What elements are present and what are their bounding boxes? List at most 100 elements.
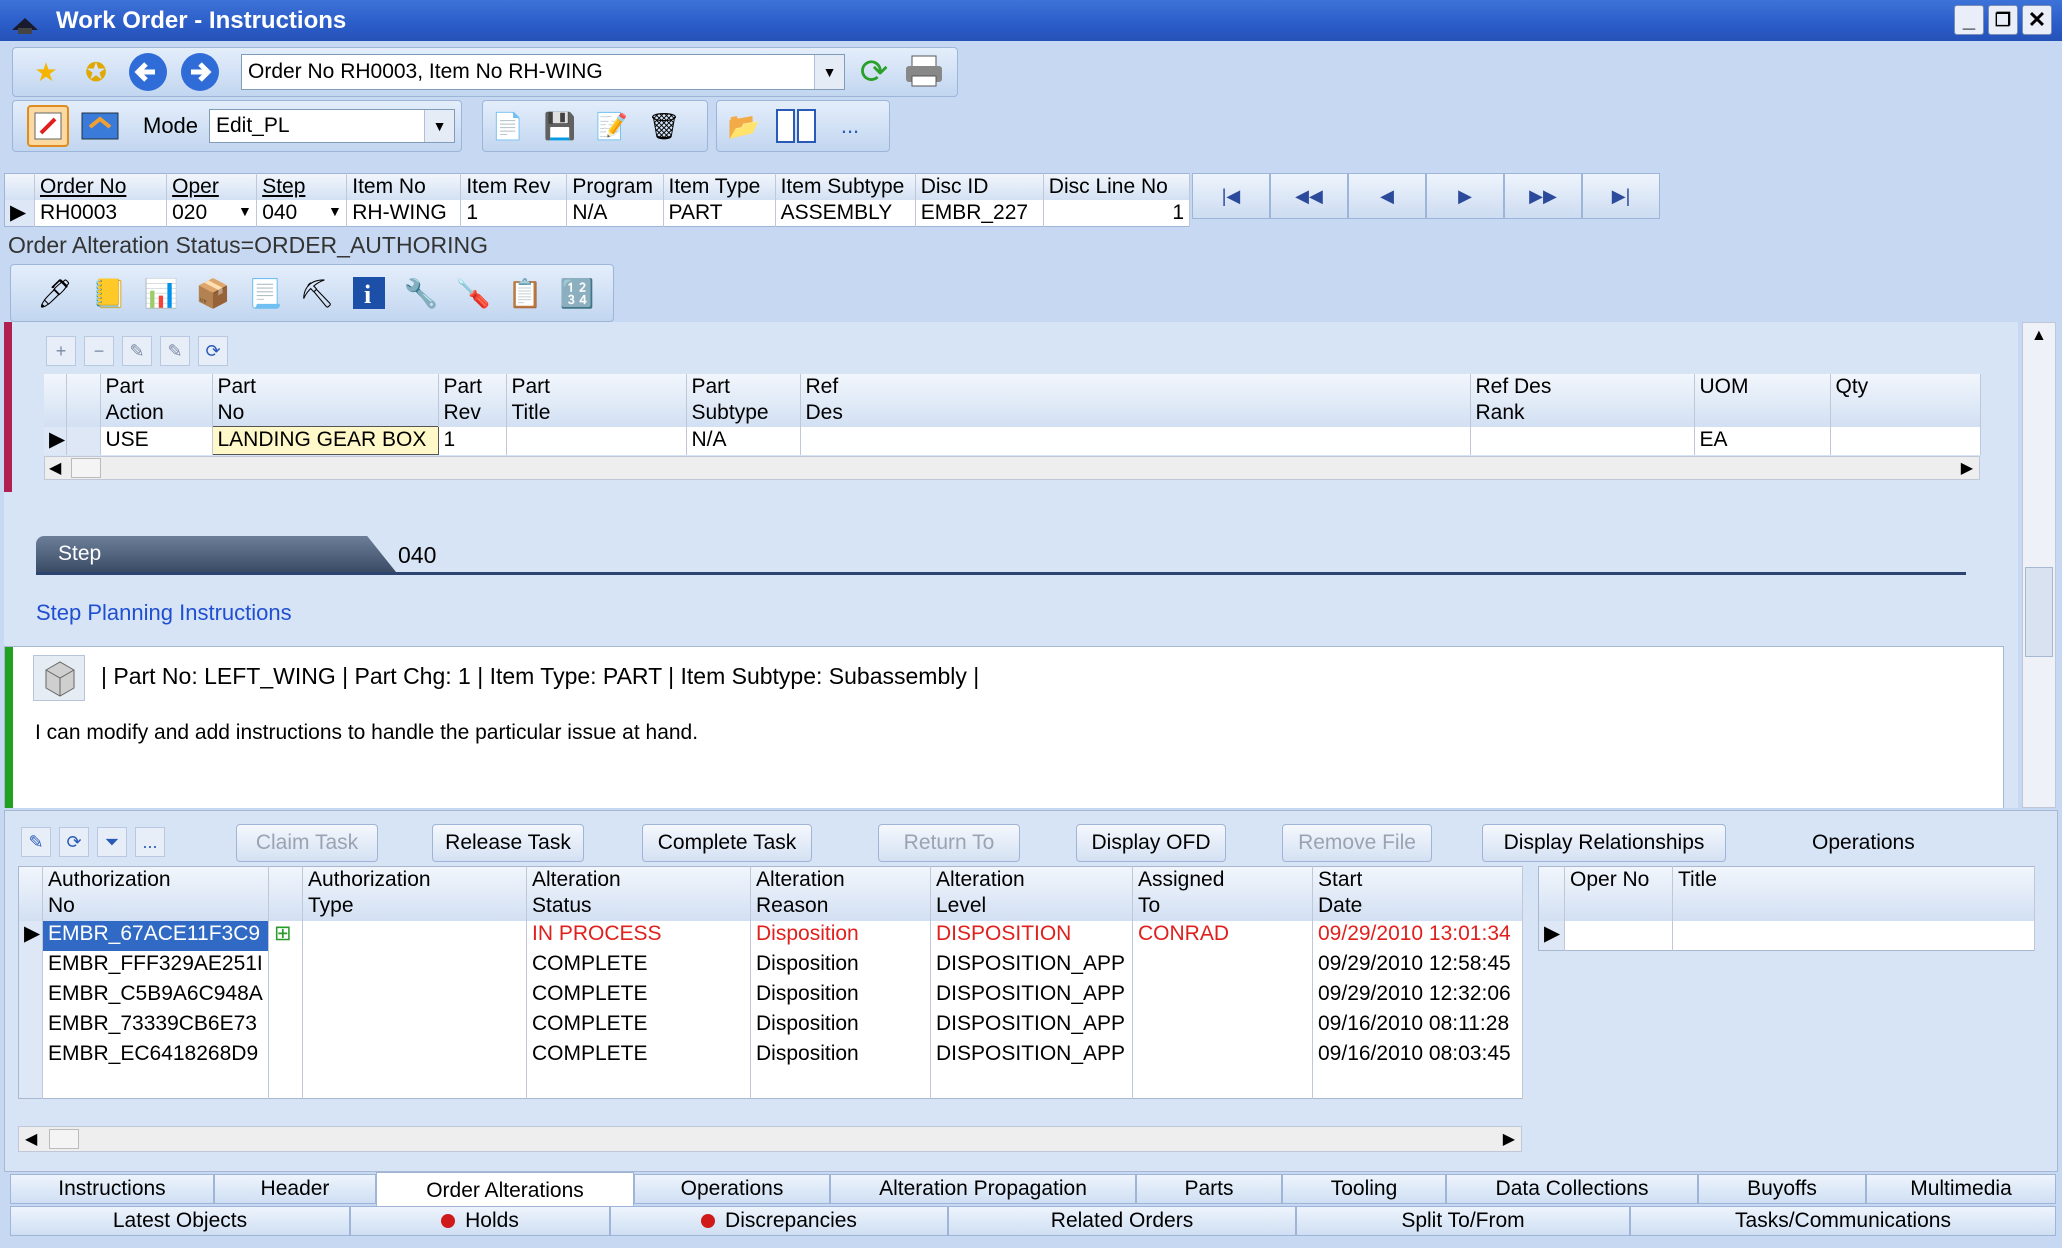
table-row[interactable]: ▶ EMBR_67ACE11F3C9 ⊞ IN PROCESS Disposit… (18, 920, 1523, 951)
edit-pencil-icon[interactable]: ✎ (21, 827, 51, 857)
restore-icon[interactable]: ❐ (1988, 5, 2018, 35)
table-row[interactable]: ▶ RH0003 020 040 RH-WING 1 N/A PART ASSE… (4, 200, 1191, 227)
table-row[interactable]: EMBR_C5B9A6C948A COMPLETE Disposition DI… (18, 980, 1523, 1011)
authorization-type-cell[interactable] (302, 1010, 527, 1041)
alteration-status-cell[interactable]: COMPLETE (526, 1010, 751, 1041)
scroll-up-icon[interactable]: ▲ (2031, 327, 2047, 345)
column-header[interactable]: Oper No (1564, 866, 1673, 921)
counter-icon[interactable]: 🔢 (553, 269, 601, 317)
chevron-down-icon[interactable]: ▼ (814, 55, 844, 89)
scroll-thumb[interactable] (2025, 567, 2053, 657)
columns-icon[interactable] (775, 105, 817, 147)
alteration-reason-cell[interactable]: Disposition (750, 920, 931, 951)
column-header[interactable]: Item Subtype (775, 173, 916, 200)
column-header[interactable]: Item Rev (460, 173, 568, 200)
complete-task-button[interactable]: Complete Task (642, 824, 812, 862)
column-header[interactable]: Alteration Level (930, 866, 1133, 921)
column-header[interactable]: Start Date (1312, 866, 1523, 921)
save-document-icon[interactable]: 💾 (539, 105, 581, 147)
alteration-level-cell[interactable]: DISPOSITION_APP (930, 1010, 1133, 1041)
alteration-reason-cell[interactable]: Disposition (750, 980, 931, 1011)
alteration-reason-cell[interactable]: Disposition (750, 1040, 931, 1071)
tab-tooling[interactable]: Tooling (1282, 1174, 1446, 1204)
column-header[interactable]: Alteration Reason (750, 866, 931, 921)
tab-parts[interactable]: Parts (1136, 1174, 1282, 1204)
vertical-scrollbar[interactable]: ▲ (2022, 322, 2056, 808)
add-favorite-icon[interactable]: ✪ (75, 51, 117, 93)
start-date-cell[interactable]: 09/16/2010 08:03:45 (1312, 1040, 1523, 1071)
column-header[interactable]: Title (1672, 866, 2035, 921)
first-record-button[interactable]: |◀ (1192, 173, 1270, 219)
qty-cell[interactable] (1830, 426, 1981, 455)
order-no-cell[interactable]: RH0003 (34, 200, 168, 227)
tab-instructions[interactable]: Instructions (10, 1174, 214, 1204)
authorization-no-cell[interactable]: EMBR_67ACE11F3C9 (42, 920, 269, 951)
assigned-to-cell[interactable]: CONRAD (1132, 920, 1313, 951)
column-header[interactable]: Part No (212, 374, 439, 427)
scroll-thumb[interactable] (71, 458, 101, 478)
assigned-to-cell[interactable] (1132, 1040, 1313, 1071)
column-header[interactable]: Part Title (506, 374, 687, 427)
column-header[interactable]: Part Subtype (686, 374, 801, 427)
favorite-star-icon[interactable]: ★ (25, 51, 67, 93)
filter-icon[interactable]: ⏷ (97, 827, 127, 857)
alterations-horizontal-scrollbar[interactable]: ◀ ▶ (18, 1126, 1522, 1152)
column-header[interactable]: Qty (1830, 374, 1981, 427)
start-date-cell[interactable]: 09/16/2010 08:11:28 (1312, 1010, 1523, 1041)
table-row[interactable]: EMBR_EC6418268D9 COMPLETE Disposition DI… (18, 1040, 1523, 1071)
package-icon[interactable]: 📦 (189, 269, 237, 317)
start-date-cell[interactable]: 09/29/2010 13:01:34 (1312, 920, 1523, 951)
tab-alteration-propagation[interactable]: Alteration Propagation (830, 1174, 1136, 1204)
clipboard-icon[interactable]: 📋 (501, 269, 549, 317)
order-selector[interactable]: Order No RH0003, Item No RH-WING ▼ (241, 54, 845, 90)
parts-horizontal-scrollbar[interactable]: ◀ ▶ (44, 456, 1980, 480)
note-icon[interactable]: 📒 (85, 269, 133, 317)
item-type-cell[interactable]: PART (663, 200, 776, 227)
authorization-no-cell[interactable]: EMBR_C5B9A6C948A (42, 980, 269, 1011)
alteration-status-cell[interactable]: IN PROCESS (526, 920, 751, 951)
scroll-right-icon[interactable]: ▶ (1503, 1129, 1515, 1149)
column-header[interactable]: Part Action (100, 374, 213, 427)
column-header[interactable]: Authorization No (42, 866, 269, 921)
column-header[interactable]: Ref Des (800, 374, 1471, 427)
add-child-icon[interactable]: ⊞ (268, 920, 303, 951)
tab-discrepancies[interactable]: Discrepancies (610, 1206, 948, 1236)
column-header[interactable]: Authorization Type (302, 866, 527, 921)
previous-record-button[interactable]: ◀ (1348, 173, 1426, 219)
column-header[interactable]: Part Rev (438, 374, 507, 427)
tab-holds[interactable]: Holds (350, 1206, 610, 1236)
part-title-cell[interactable] (506, 426, 687, 455)
tab-tasks-communications[interactable]: Tasks/Communications (1630, 1206, 2056, 1236)
assigned-to-cell[interactable] (1132, 980, 1313, 1011)
release-task-button[interactable]: Release Task (432, 824, 584, 862)
authorization-type-cell[interactable] (302, 1040, 527, 1071)
authorization-type-cell[interactable] (302, 980, 527, 1011)
tab-header[interactable]: Header (214, 1174, 376, 1204)
tab-split-to-from[interactable]: Split To/From (1296, 1206, 1630, 1236)
minimize-icon[interactable]: _ (1954, 5, 1984, 35)
new-document-icon[interactable]: 📄 (487, 105, 529, 147)
table-row[interactable]: EMBR_73339CB6E73 COMPLETE Disposition DI… (18, 1010, 1523, 1041)
tab-related-orders[interactable]: Related Orders (948, 1206, 1296, 1236)
alteration-level-cell[interactable]: DISPOSITION_APP (930, 980, 1133, 1011)
step-dropdown-icon[interactable]: ▼ (328, 203, 342, 219)
info-icon[interactable]: i (345, 269, 393, 317)
display-ofd-button[interactable]: Display OFD (1076, 824, 1226, 862)
next-page-button[interactable]: ▶▶ (1504, 173, 1582, 219)
table-row[interactable]: ▶ (1538, 920, 2035, 951)
last-record-button[interactable]: ▶| (1582, 173, 1660, 219)
disc-line-no-cell[interactable]: 1 (1043, 200, 1191, 227)
item-rev-cell[interactable]: 1 (460, 200, 568, 227)
column-header[interactable]: Disc ID (915, 173, 1044, 200)
assigned-to-cell[interactable] (1132, 1010, 1313, 1041)
alteration-level-cell[interactable]: DISPOSITION_APP (930, 950, 1133, 981)
column-header[interactable]: Alteration Status (526, 866, 751, 921)
previous-page-button[interactable]: ◀◀ (1270, 173, 1348, 219)
item-subtype-cell[interactable]: ASSEMBLY (775, 200, 916, 227)
oper-dropdown-icon[interactable]: ▼ (238, 203, 252, 219)
table-row[interactable] (18, 1070, 1523, 1099)
disc-id-cell[interactable]: EMBR_227 (915, 200, 1044, 227)
alteration-reason-cell[interactable]: Disposition (750, 1010, 931, 1041)
ref-des-rank-cell[interactable] (1470, 426, 1695, 455)
part-rev-cell[interactable]: 1 (438, 426, 507, 455)
